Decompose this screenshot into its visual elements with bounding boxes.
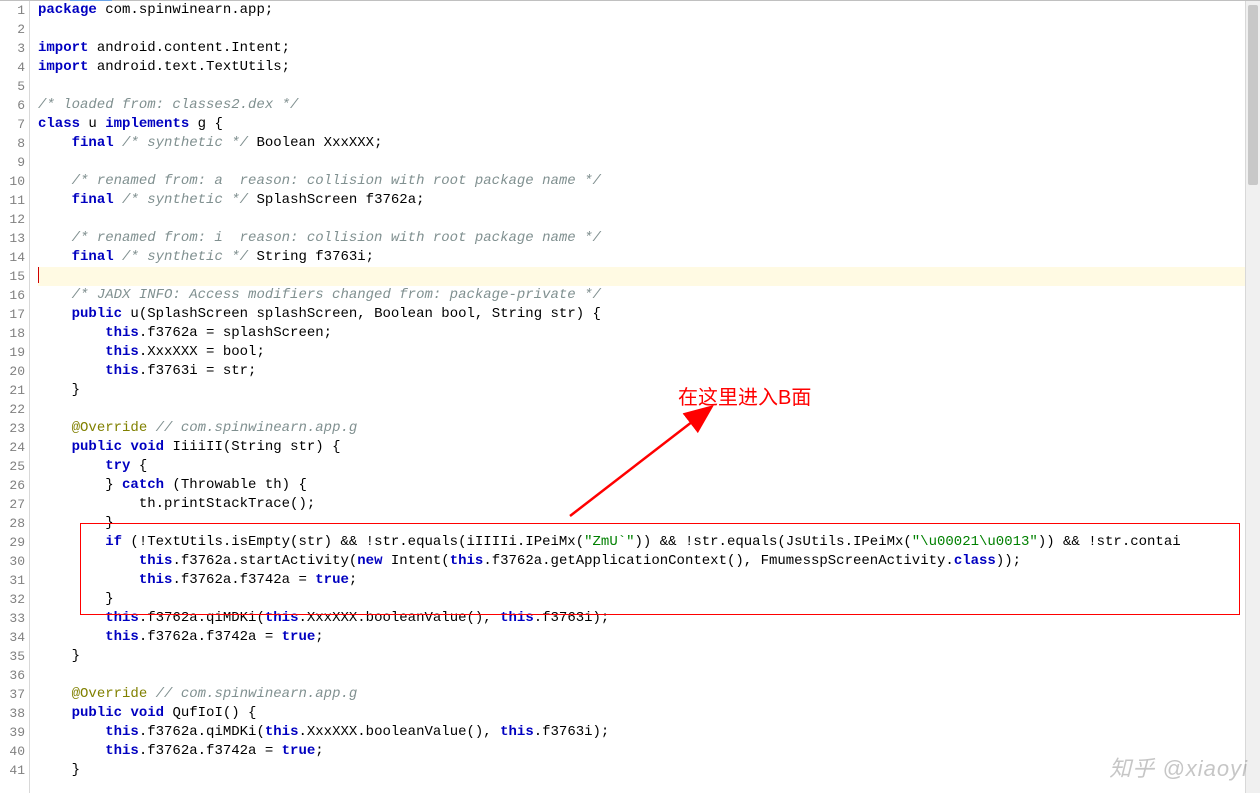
code-editor[interactable]: 1234567891011121314151617181920212223242… — [0, 0, 1260, 793]
source-code[interactable]: package com.spinwinearn.app; import andr… — [30, 1, 1260, 780]
vertical-scrollbar[interactable] — [1245, 1, 1260, 793]
code-area[interactable]: package com.spinwinearn.app; import andr… — [30, 1, 1260, 793]
line-number-gutter: 1234567891011121314151617181920212223242… — [0, 1, 30, 793]
scrollbar-thumb[interactable] — [1248, 5, 1258, 185]
